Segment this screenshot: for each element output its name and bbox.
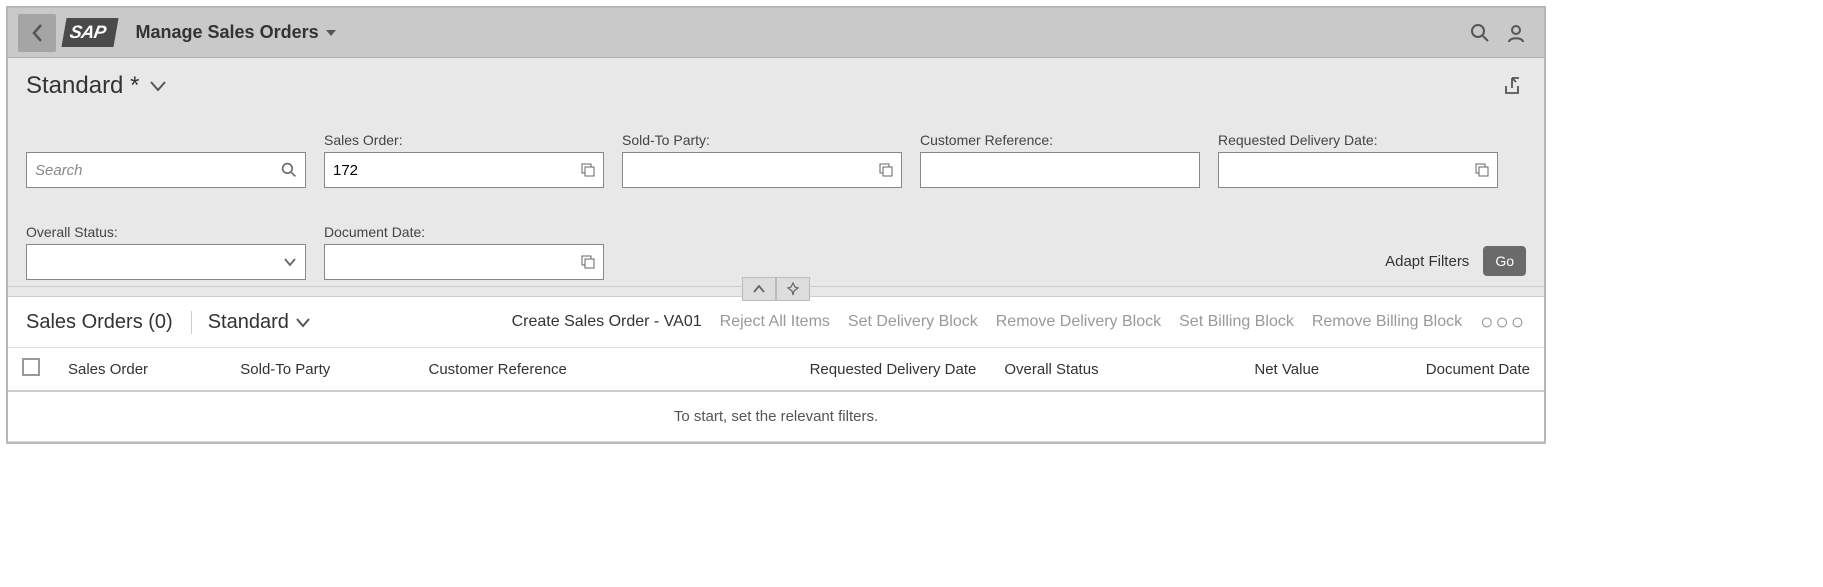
variant-selector[interactable]: Standard * <box>26 72 167 100</box>
col-req-delivery[interactable]: Requested Delivery Date <box>680 348 991 392</box>
select-all-checkbox[interactable] <box>22 358 40 376</box>
req-delivery-label: Requested Delivery Date: <box>1218 132 1498 148</box>
search-input[interactable] <box>35 162 275 179</box>
req-delivery-input[interactable] <box>1227 162 1469 179</box>
value-help-icon[interactable] <box>581 255 595 269</box>
variant-header: Standard * <box>8 58 1544 112</box>
search-icon[interactable] <box>281 162 297 178</box>
sales-orders-table: Sales Order Sold-To Party Customer Refer… <box>8 347 1544 442</box>
value-help-icon[interactable] <box>879 163 893 177</box>
col-doc-date[interactable]: Document Date <box>1333 348 1544 392</box>
customer-ref-input[interactable] <box>929 162 1191 179</box>
go-button[interactable]: Go <box>1483 246 1526 276</box>
variant-name: Standard * <box>26 72 139 100</box>
filter-bar: Sales Order: Sold-To Party: Customer Ref… <box>8 112 1544 287</box>
doc-date-input[interactable] <box>333 254 575 271</box>
search-input-wrap <box>26 152 306 188</box>
caret-down-icon <box>325 28 337 38</box>
share-icon[interactable] <box>1498 72 1526 100</box>
doc-date-label: Document Date: <box>324 224 604 240</box>
app-title-dropdown[interactable]: Manage Sales Orders <box>136 22 337 43</box>
empty-message: To start, set the relevant filters. <box>8 391 1544 442</box>
adapt-filters-button[interactable]: Adapt Filters <box>1385 253 1469 270</box>
sap-logo: SAP <box>61 18 118 47</box>
filter-collapse-row <box>8 287 1544 297</box>
customer-ref-label: Customer Reference: <box>920 132 1200 148</box>
collapse-filter-button[interactable] <box>742 277 776 301</box>
table-variant-selector[interactable]: Standard <box>191 311 311 334</box>
chevron-down-icon <box>149 79 167 93</box>
pin-filter-button[interactable] <box>776 277 810 301</box>
overall-status-label: Overall Status: <box>26 224 306 240</box>
sold-to-label: Sold-To Party: <box>622 132 902 148</box>
col-sales-order[interactable]: Sales Order <box>54 348 226 392</box>
remove-billing-block-button[interactable]: Remove Billing Block <box>1312 313 1462 331</box>
chevron-down-icon <box>295 316 311 328</box>
value-help-icon[interactable] <box>581 163 595 177</box>
col-net-value[interactable]: Net Value <box>1185 348 1333 392</box>
table-variant-label: Standard <box>208 311 289 334</box>
table-title: Sales Orders (0) <box>26 311 173 334</box>
sales-order-label: Sales Order: <box>324 132 604 148</box>
overflow-button[interactable]: ○○○ <box>1480 309 1526 335</box>
set-billing-block-button[interactable]: Set Billing Block <box>1179 313 1294 331</box>
shell-bar: SAP Manage Sales Orders <box>8 8 1544 58</box>
sales-order-input[interactable] <box>333 162 575 179</box>
user-icon[interactable] <box>1498 15 1534 51</box>
chevron-down-icon[interactable] <box>283 256 297 268</box>
reject-all-button[interactable]: Reject All Items <box>720 313 830 331</box>
search-icon[interactable] <box>1462 15 1498 51</box>
sold-to-input[interactable] <box>631 162 873 179</box>
table-toolbar: Sales Orders (0) Standard Create Sales O… <box>8 297 1544 347</box>
col-overall-status[interactable]: Overall Status <box>990 348 1185 392</box>
app-title-text: Manage Sales Orders <box>136 22 319 43</box>
table-empty-row: To start, set the relevant filters. <box>8 391 1544 442</box>
overall-status-select[interactable] <box>35 254 277 271</box>
remove-delivery-block-button[interactable]: Remove Delivery Block <box>996 313 1161 331</box>
set-delivery-block-button[interactable]: Set Delivery Block <box>848 313 978 331</box>
create-sales-order-button[interactable]: Create Sales Order - VA01 <box>512 313 702 331</box>
back-button[interactable] <box>18 14 56 52</box>
col-customer-ref[interactable]: Customer Reference <box>414 348 679 392</box>
value-help-icon[interactable] <box>1475 163 1489 177</box>
col-sold-to[interactable]: Sold-To Party <box>226 348 414 392</box>
